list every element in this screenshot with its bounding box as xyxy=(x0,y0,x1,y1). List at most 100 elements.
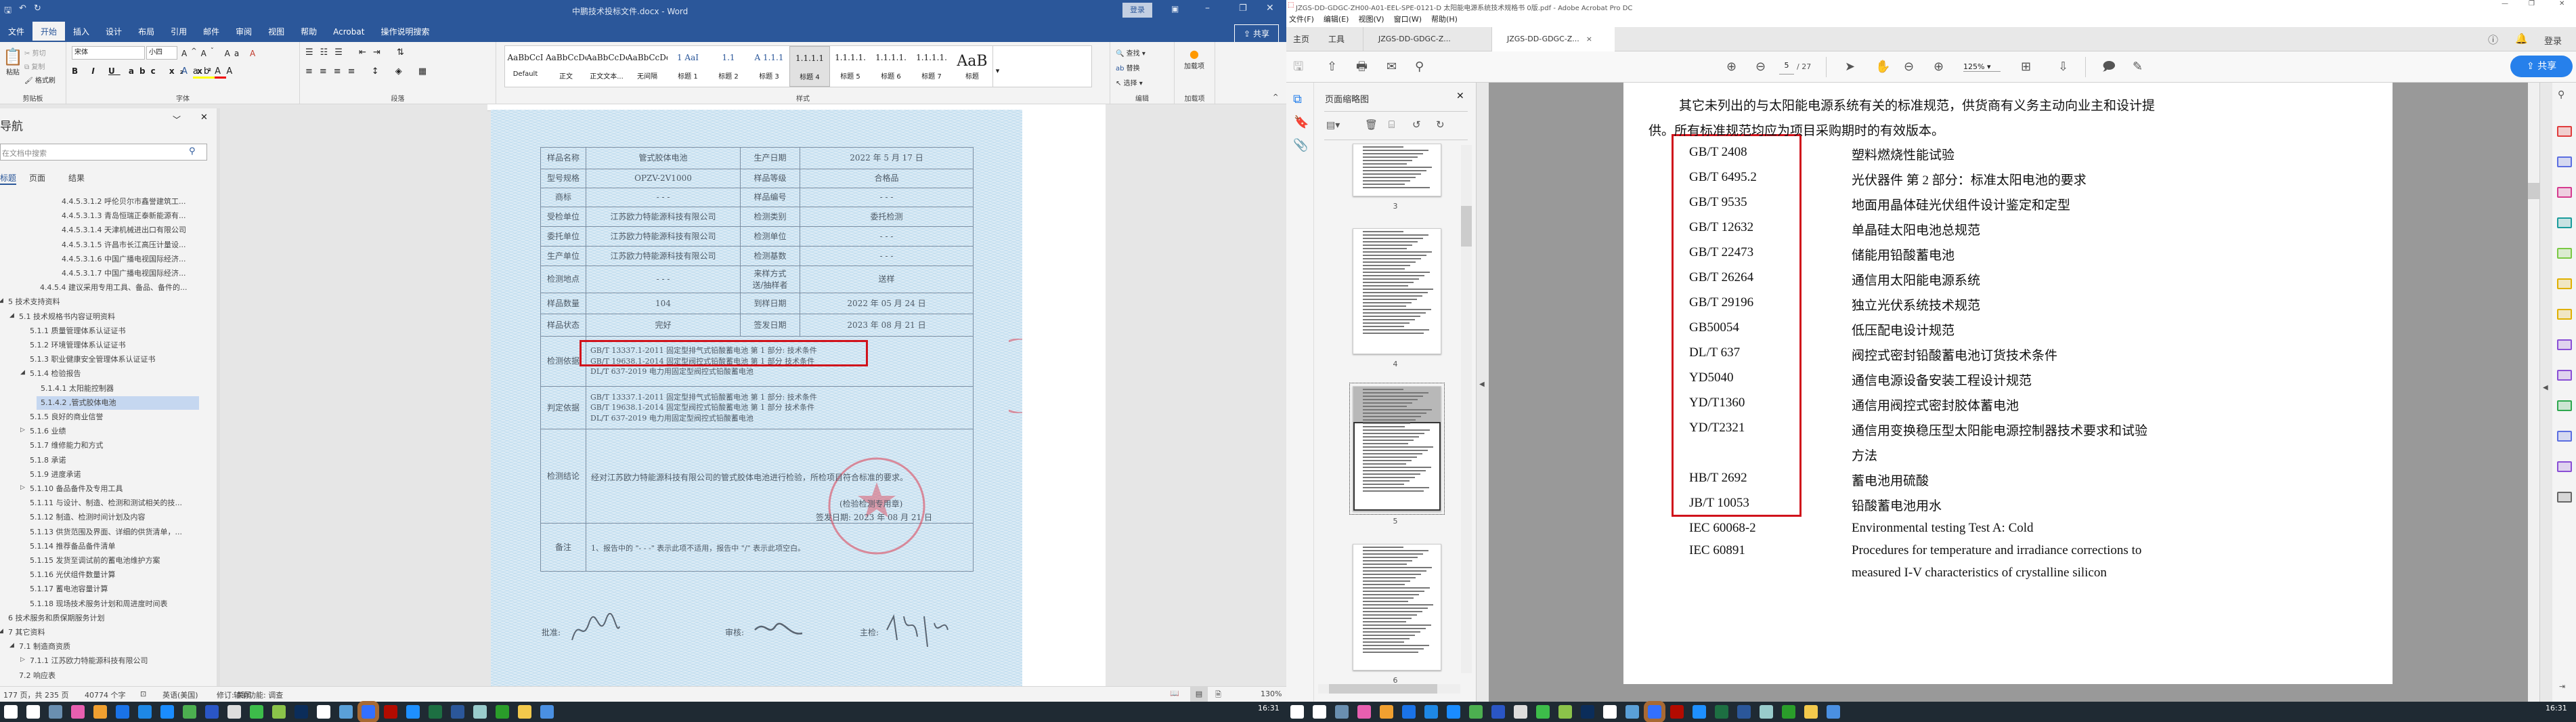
extract-icon[interactable]: ⌸ xyxy=(1389,119,1395,131)
calculator-icon[interactable] xyxy=(1335,705,1349,719)
page-thumbnail[interactable] xyxy=(1353,544,1441,671)
nav-item[interactable]: 5.1.17 蓄电池容量计算 xyxy=(0,582,210,596)
web-layout-icon[interactable]: 🗎 xyxy=(1215,689,1221,702)
nav-item[interactable]: 5.1.13 供货范围及界面、详细的供货清单，... xyxy=(0,526,210,539)
tool-icon-6[interactable] xyxy=(2557,309,2572,320)
acrobat-tab-2[interactable]: JZGS-DD-GDGC-Z... xyxy=(1363,27,1471,51)
nav-item[interactable]: 4.4.5.3.1.2 呼伦贝尔市鑫誉建筑工... xyxy=(0,195,210,209)
font-name-select[interactable]: 宋体 xyxy=(72,46,145,60)
collapsed-triangle-icon[interactable]: ▷ xyxy=(20,656,25,663)
nav-item[interactable]: 5.1.14 推荐备品备件清单 xyxy=(0,540,210,553)
font-size-buttons[interactable]: A^Aˇ Aa A xyxy=(181,47,259,58)
font-color-buttons[interactable]: AabAA xyxy=(181,66,238,79)
tencent-docs-icon[interactable] xyxy=(1424,705,1438,719)
scroll-thumb[interactable] xyxy=(1461,206,1472,247)
feishu-icon[interactable] xyxy=(357,701,379,722)
tab-0[interactable]: 文件 xyxy=(0,22,32,42)
expanded-triangle-icon[interactable]: ◢ xyxy=(9,312,14,319)
tencent-docs-icon[interactable] xyxy=(138,705,152,719)
app-j-icon[interactable] xyxy=(496,705,509,719)
bell-icon[interactable]: 🔔 xyxy=(2515,33,2528,45)
pin-app-icon[interactable] xyxy=(540,705,554,719)
minimize-icon[interactable]: – xyxy=(1205,3,1210,14)
dingtalk-icon[interactable] xyxy=(1447,705,1460,719)
tool-icon-10[interactable] xyxy=(2557,431,2572,442)
dots-icon[interactable] xyxy=(116,705,129,719)
close-tab-icon[interactable]: × xyxy=(1586,35,1592,43)
word-icon[interactable] xyxy=(1737,705,1751,719)
style-item[interactable]: A 1.1.1 标题 3 xyxy=(749,46,789,87)
nav-item[interactable]: 6 技术服务和质保期服务计划 xyxy=(0,612,210,625)
expanded-triangle-icon[interactable]: ◢ xyxy=(9,642,14,649)
qq-icon[interactable] xyxy=(317,705,330,719)
nav-item[interactable]: 5.1.8 承诺 xyxy=(0,454,210,467)
nav-item[interactable]: 5.1.6 业绩 xyxy=(0,425,210,438)
share-button[interactable]: ⇪ 共享 xyxy=(2510,56,2573,77)
usb-icon[interactable] xyxy=(227,705,241,719)
nav-tab-0[interactable]: 标题 xyxy=(0,172,17,185)
styles-more-icon[interactable]: ▾ xyxy=(992,46,1002,87)
restore-icon[interactable]: ❐ xyxy=(1239,3,1247,14)
photoshop-icon[interactable] xyxy=(294,705,308,719)
nav-item[interactable]: 5.1.4.1 太阳能控制器 xyxy=(0,382,210,396)
bookmark-icon[interactable]: 🔖 xyxy=(1294,115,1309,129)
print-layout-icon[interactable]: ▤ xyxy=(1190,687,1208,702)
nav-search-input[interactable]: 在文档中搜索 ⚲ xyxy=(0,144,207,161)
expand-tools-icon[interactable]: ⇥ xyxy=(2559,682,2565,691)
nav-item[interactable]: 4.4.5.4 建议采用专用工具、备品、备件的... xyxy=(0,281,210,295)
tool-icon-8[interactable] xyxy=(2557,370,2572,381)
thumbnail-scrollbar[interactable] xyxy=(1461,145,1472,673)
nav-item[interactable]: 4.4.5.3.1.3 青岛恒瑞正泰新能源有... xyxy=(0,209,210,223)
page-thumbnail[interactable] xyxy=(1353,144,1441,196)
feishu-icon[interactable] xyxy=(1644,701,1665,722)
wechat-icon[interactable] xyxy=(1536,705,1550,719)
wechat-icon[interactable] xyxy=(250,705,263,719)
page-down-icon[interactable]: ⊖ xyxy=(1755,60,1766,75)
minimize-icon[interactable]: — xyxy=(2502,0,2508,7)
rotate-right-icon[interactable]: ↻ xyxy=(1436,119,1445,131)
ks-app-icon[interactable] xyxy=(1491,705,1505,719)
nav-item[interactable]: 5.1.7 维修能力和方式 xyxy=(0,439,210,452)
tools-collapse-strip[interactable]: ◀ xyxy=(2539,83,2552,702)
collapsed-triangle-icon[interactable]: ▷ xyxy=(20,427,25,433)
nav-item[interactable]: 5.1.4 检验报告 xyxy=(0,367,210,381)
usb-icon[interactable] xyxy=(1514,705,1527,719)
nav-item[interactable]: 5.1.4.2 ,管式胶体电池 xyxy=(37,396,199,410)
tab-6[interactable]: 邮件 xyxy=(195,22,227,42)
hand-tool-icon[interactable]: ✋ xyxy=(1875,60,1890,75)
page-thumbnail[interactable] xyxy=(1349,383,1445,515)
save-icon[interactable]: 🖫 xyxy=(4,4,12,19)
cut-button[interactable]: ✂ 剪切 xyxy=(24,47,46,58)
nav-item[interactable]: 5 技术支持资料 xyxy=(0,295,210,309)
acrobat-tab-0[interactable]: 主页 xyxy=(1293,27,1309,51)
nav-item[interactable]: 5.1.16 光伏组件数量计算 xyxy=(0,568,210,582)
clock[interactable]: 16:31 xyxy=(1258,704,1280,713)
ks-app-icon[interactable] xyxy=(205,705,219,719)
font-size-select[interactable]: 小四 xyxy=(146,46,177,60)
nav-item[interactable]: 5.1.3 职业健康安全管理体系认证证书 xyxy=(0,353,210,366)
style-item[interactable]: 1.1.1.1. 标题 5 xyxy=(830,46,871,87)
format-painter-button[interactable]: 🖌 格式刷 xyxy=(24,75,56,85)
acrobat-tab-1[interactable]: 工具 xyxy=(1328,27,1345,51)
menu-item-4[interactable]: 帮助(H) xyxy=(1431,12,1458,27)
file-explorer-icon[interactable] xyxy=(1804,705,1818,719)
tab-9[interactable]: 帮助 xyxy=(292,22,325,42)
style-item[interactable]: AaBbCcDd 无间隔 xyxy=(627,46,668,87)
close-icon[interactable]: ✕ xyxy=(200,112,208,123)
collapsed-triangle-icon[interactable]: ▷ xyxy=(20,484,25,491)
nav-item[interactable]: 5.1.18 现场技术服务计划和周进度时间表 xyxy=(0,597,210,611)
print-icon[interactable]: 🖶 xyxy=(1356,60,1368,75)
page-count[interactable]: 177 页，共 235 页 xyxy=(3,689,68,700)
nav-item[interactable]: 5.1.11 与设计、制造、检测和测试相关的技... xyxy=(0,496,210,510)
zoom-select[interactable]: 125% ▾ xyxy=(1963,62,2001,72)
select-cursor-icon[interactable]: ➤ xyxy=(1845,60,1855,75)
nav-scrollbar[interactable] xyxy=(217,108,220,687)
close-icon[interactable]: ✕ xyxy=(2559,0,2564,7)
sync-icon[interactable] xyxy=(1469,705,1483,719)
menu-item-3[interactable]: 窗口(W) xyxy=(1394,12,1422,27)
menu-item-1[interactable]: 编辑(E) xyxy=(1324,12,1349,27)
pen-app-icon[interactable] xyxy=(272,705,286,719)
zoom-level[interactable]: 130% xyxy=(1261,689,1282,698)
tool-icon-2[interactable] xyxy=(2557,187,2572,198)
tool-icon-11[interactable] xyxy=(2557,461,2572,472)
